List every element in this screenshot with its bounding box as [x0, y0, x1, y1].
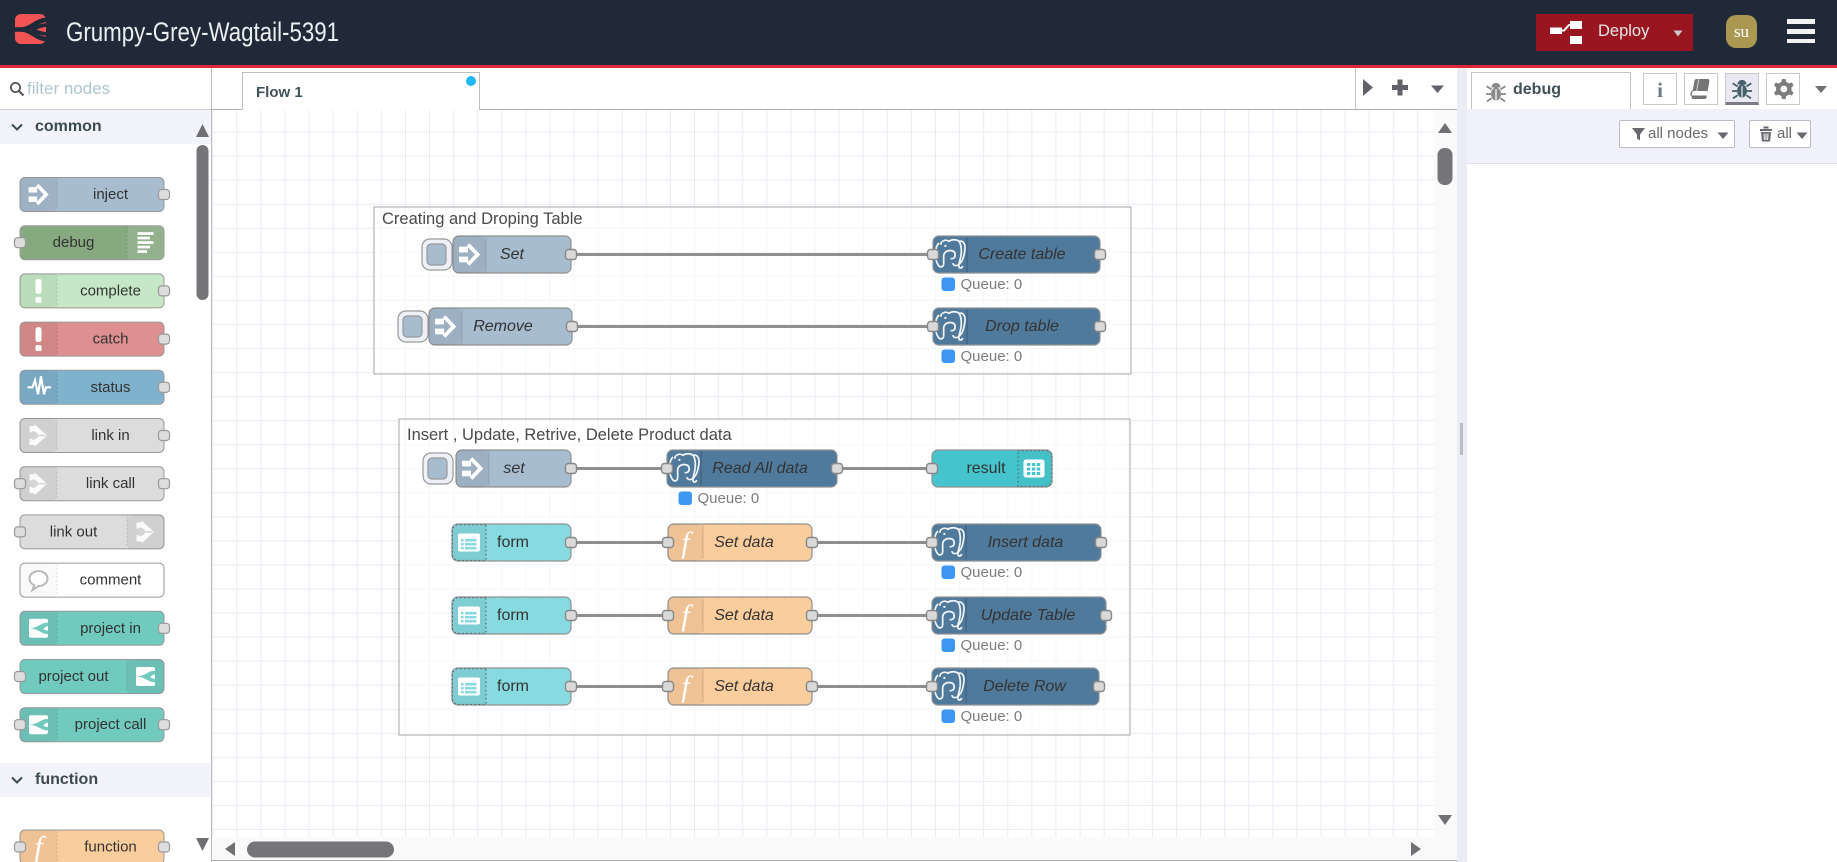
svg-text:Delete Row: Delete Row: [983, 678, 1067, 695]
svg-text:link call: link call: [86, 475, 135, 492]
svg-text:function: function: [84, 839, 137, 856]
svg-text:status: status: [90, 379, 130, 396]
svg-text:Set: Set: [500, 246, 525, 263]
svg-text:link out: link out: [50, 523, 98, 540]
svg-text:catch: catch: [93, 331, 129, 348]
svg-text:form: form: [497, 678, 529, 695]
svg-text:project call: project call: [75, 716, 147, 733]
svg-text:form: form: [497, 534, 529, 551]
svg-text:Queue: 0: Queue: 0: [961, 564, 1023, 581]
svg-text:link in: link in: [91, 427, 129, 444]
svg-text:project out: project out: [38, 668, 109, 685]
svg-text:Queue: 0: Queue: 0: [698, 490, 760, 507]
svg-text:Update Table: Update Table: [981, 607, 1076, 624]
svg-text:Insert data: Insert data: [988, 534, 1064, 551]
svg-text:comment: comment: [80, 572, 143, 589]
svg-text:set: set: [503, 460, 525, 477]
svg-text:Set data: Set data: [714, 534, 774, 551]
svg-text:Queue: 0: Queue: 0: [961, 708, 1023, 725]
svg-text:Drop table: Drop table: [985, 318, 1059, 335]
svg-text:i: i: [1657, 78, 1663, 102]
svg-text:Set data: Set data: [714, 607, 774, 624]
svg-text:Set data: Set data: [714, 678, 774, 695]
svg-text:result: result: [966, 460, 1006, 477]
svg-text:Insert , Update, Retrive, Dele: Insert , Update, Retrive, Delete Product…: [407, 426, 732, 444]
svg-text:Create table: Create table: [978, 246, 1065, 263]
svg-text:Read All data: Read All data: [712, 460, 808, 477]
svg-text:Queue: 0: Queue: 0: [961, 637, 1023, 654]
svg-text:inject: inject: [93, 186, 129, 203]
svg-text:complete: complete: [80, 282, 141, 299]
svg-text:debug: debug: [53, 234, 95, 251]
svg-text:Queue: 0: Queue: 0: [961, 348, 1023, 365]
svg-text:Queue: 0: Queue: 0: [961, 276, 1023, 293]
svg-text:Creating and Droping Table: Creating and Droping Table: [382, 210, 583, 228]
svg-text:project in: project in: [80, 620, 141, 637]
svg-text:Remove: Remove: [473, 318, 533, 335]
svg-text:form: form: [497, 607, 529, 624]
